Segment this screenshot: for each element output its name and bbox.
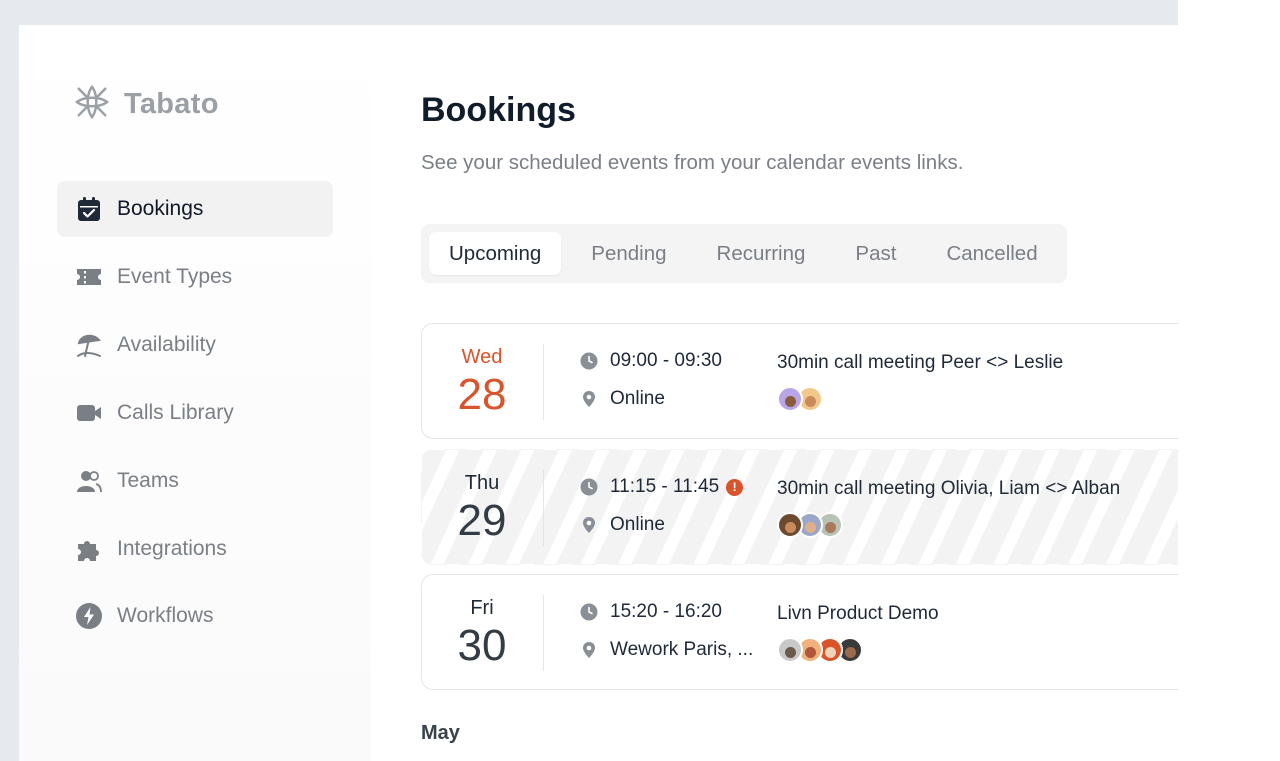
booking-time: 15:20 - 16:20 bbox=[580, 601, 722, 623]
sidebar-item-integrations[interactable]: Integrations bbox=[57, 521, 333, 577]
booking-location: Online bbox=[580, 514, 665, 536]
lightning-icon bbox=[75, 602, 103, 630]
clock-icon bbox=[580, 603, 598, 621]
location-pin-icon bbox=[583, 517, 595, 533]
attendee-avatars bbox=[777, 637, 863, 663]
booking-title: 30min call meeting Peer <> Leslie bbox=[777, 352, 1064, 373]
booking-tabs: Upcoming Pending Recurring Past Cancelle… bbox=[421, 224, 1067, 283]
clock-icon bbox=[580, 478, 598, 496]
booking-location-text: Wework Paris, ... bbox=[610, 639, 754, 660]
app-name: Tabato bbox=[124, 88, 219, 120]
booking-day-number: 29 bbox=[457, 495, 507, 545]
attendee-avatars bbox=[777, 512, 843, 538]
booking-card[interactable]: Fri 30 15:20 - 16:20 Wework Paris, ... L… bbox=[421, 574, 1178, 690]
sidebar-item-event-types[interactable]: Event Types bbox=[57, 249, 333, 305]
sidebar-item-label: Integrations bbox=[117, 537, 227, 560]
booking-location: Online bbox=[580, 388, 665, 410]
booking-location-text: Online bbox=[610, 388, 665, 409]
booking-time-text: 11:15 - 11:45 bbox=[610, 476, 720, 497]
sidebar-item-label: Workflows bbox=[117, 604, 214, 627]
warning-icon[interactable]: ! bbox=[726, 478, 744, 496]
booking-weekday: Thu bbox=[464, 471, 500, 494]
sidebar-item-label: Bookings bbox=[117, 197, 204, 220]
attendee-avatars bbox=[777, 386, 823, 412]
booking-card[interactable]: Thu 29 11:15 - 11:45 ! Online 30min call… bbox=[421, 449, 1178, 565]
booking-title: Livn Product Demo bbox=[777, 603, 939, 624]
location-pin-icon bbox=[583, 642, 595, 658]
booking-date: Wed 28 bbox=[422, 324, 542, 438]
main-content: Bookings See your scheduled events from … bbox=[421, 25, 1178, 761]
tab-recurring[interactable]: Recurring bbox=[697, 232, 826, 275]
divider bbox=[543, 344, 544, 420]
divider bbox=[543, 470, 544, 546]
video-camera-icon bbox=[75, 399, 103, 427]
divider bbox=[543, 595, 544, 671]
avatar-face bbox=[824, 647, 836, 658]
booking-time: 11:15 - 11:45 ! bbox=[580, 476, 744, 498]
tab-upcoming[interactable]: Upcoming bbox=[429, 232, 562, 275]
tab-pending[interactable]: Pending bbox=[571, 232, 686, 275]
sidebar: Tabato Bookings Event Types Availability… bbox=[19, 25, 371, 761]
page-subtitle: See your scheduled events from your cale… bbox=[421, 151, 964, 174]
booking-day-number: 30 bbox=[457, 620, 507, 670]
booking-weekday: Wed bbox=[461, 345, 503, 368]
tab-cancelled[interactable]: Cancelled bbox=[926, 232, 1057, 275]
sidebar-item-label: Event Types bbox=[117, 265, 233, 288]
booking-card[interactable]: Wed 28 09:00 - 09:30 Online 30min call m… bbox=[421, 323, 1178, 439]
page-title: Bookings bbox=[421, 91, 576, 129]
booking-location: Wework Paris, ... bbox=[580, 639, 753, 661]
avatar-face bbox=[804, 522, 816, 533]
avatar-face bbox=[784, 396, 796, 407]
booking-date: Fri 30 bbox=[422, 575, 542, 689]
booking-title: 30min call meeting Olivia, Liam <> Alban bbox=[777, 478, 1121, 499]
avatar-face bbox=[844, 647, 856, 658]
location-pin-icon bbox=[583, 391, 595, 407]
booking-time-text: 09:00 - 09:30 bbox=[610, 350, 722, 371]
sidebar-item-teams[interactable]: Teams bbox=[57, 453, 333, 509]
booking-time: 09:00 - 09:30 bbox=[580, 350, 722, 372]
avatar-face bbox=[784, 647, 796, 658]
calendar-check-icon bbox=[75, 195, 103, 223]
sidebar-item-label: Availability bbox=[117, 333, 216, 356]
sidebar-item-label: Teams bbox=[117, 469, 179, 492]
sidebar-item-label: Calls Library bbox=[117, 401, 234, 424]
beach-umbrella-icon bbox=[75, 331, 103, 359]
avatar-face bbox=[784, 522, 796, 533]
avatar[interactable] bbox=[777, 512, 803, 538]
avatar-face bbox=[804, 647, 816, 658]
tab-past[interactable]: Past bbox=[835, 232, 916, 275]
booking-time-text: 15:20 - 16:20 bbox=[610, 601, 722, 622]
booking-day-number: 28 bbox=[457, 369, 507, 419]
avatar-face bbox=[804, 396, 816, 407]
clock-icon bbox=[580, 352, 598, 370]
avatar[interactable] bbox=[777, 386, 803, 412]
users-icon bbox=[75, 467, 103, 495]
month-section-label: May bbox=[421, 722, 460, 744]
sidebar-item-workflows[interactable]: Workflows bbox=[57, 588, 333, 644]
sidebar-item-bookings[interactable]: Bookings bbox=[57, 181, 333, 237]
puzzle-icon bbox=[75, 535, 103, 563]
booking-weekday: Fri bbox=[470, 596, 494, 619]
app-window: Tabato Bookings Event Types Availability… bbox=[19, 25, 1178, 761]
avatar-face bbox=[824, 522, 836, 533]
avatar[interactable] bbox=[777, 637, 803, 663]
booking-location-text: Online bbox=[610, 514, 665, 535]
sidebar-item-availability[interactable]: Availability bbox=[57, 317, 333, 373]
tabato-logo-icon bbox=[73, 83, 111, 126]
booking-date: Thu 29 bbox=[422, 450, 542, 564]
sidebar-item-calls-library[interactable]: Calls Library bbox=[57, 385, 333, 441]
ticket-icon bbox=[75, 263, 103, 291]
app-logo[interactable]: Tabato bbox=[73, 83, 219, 126]
